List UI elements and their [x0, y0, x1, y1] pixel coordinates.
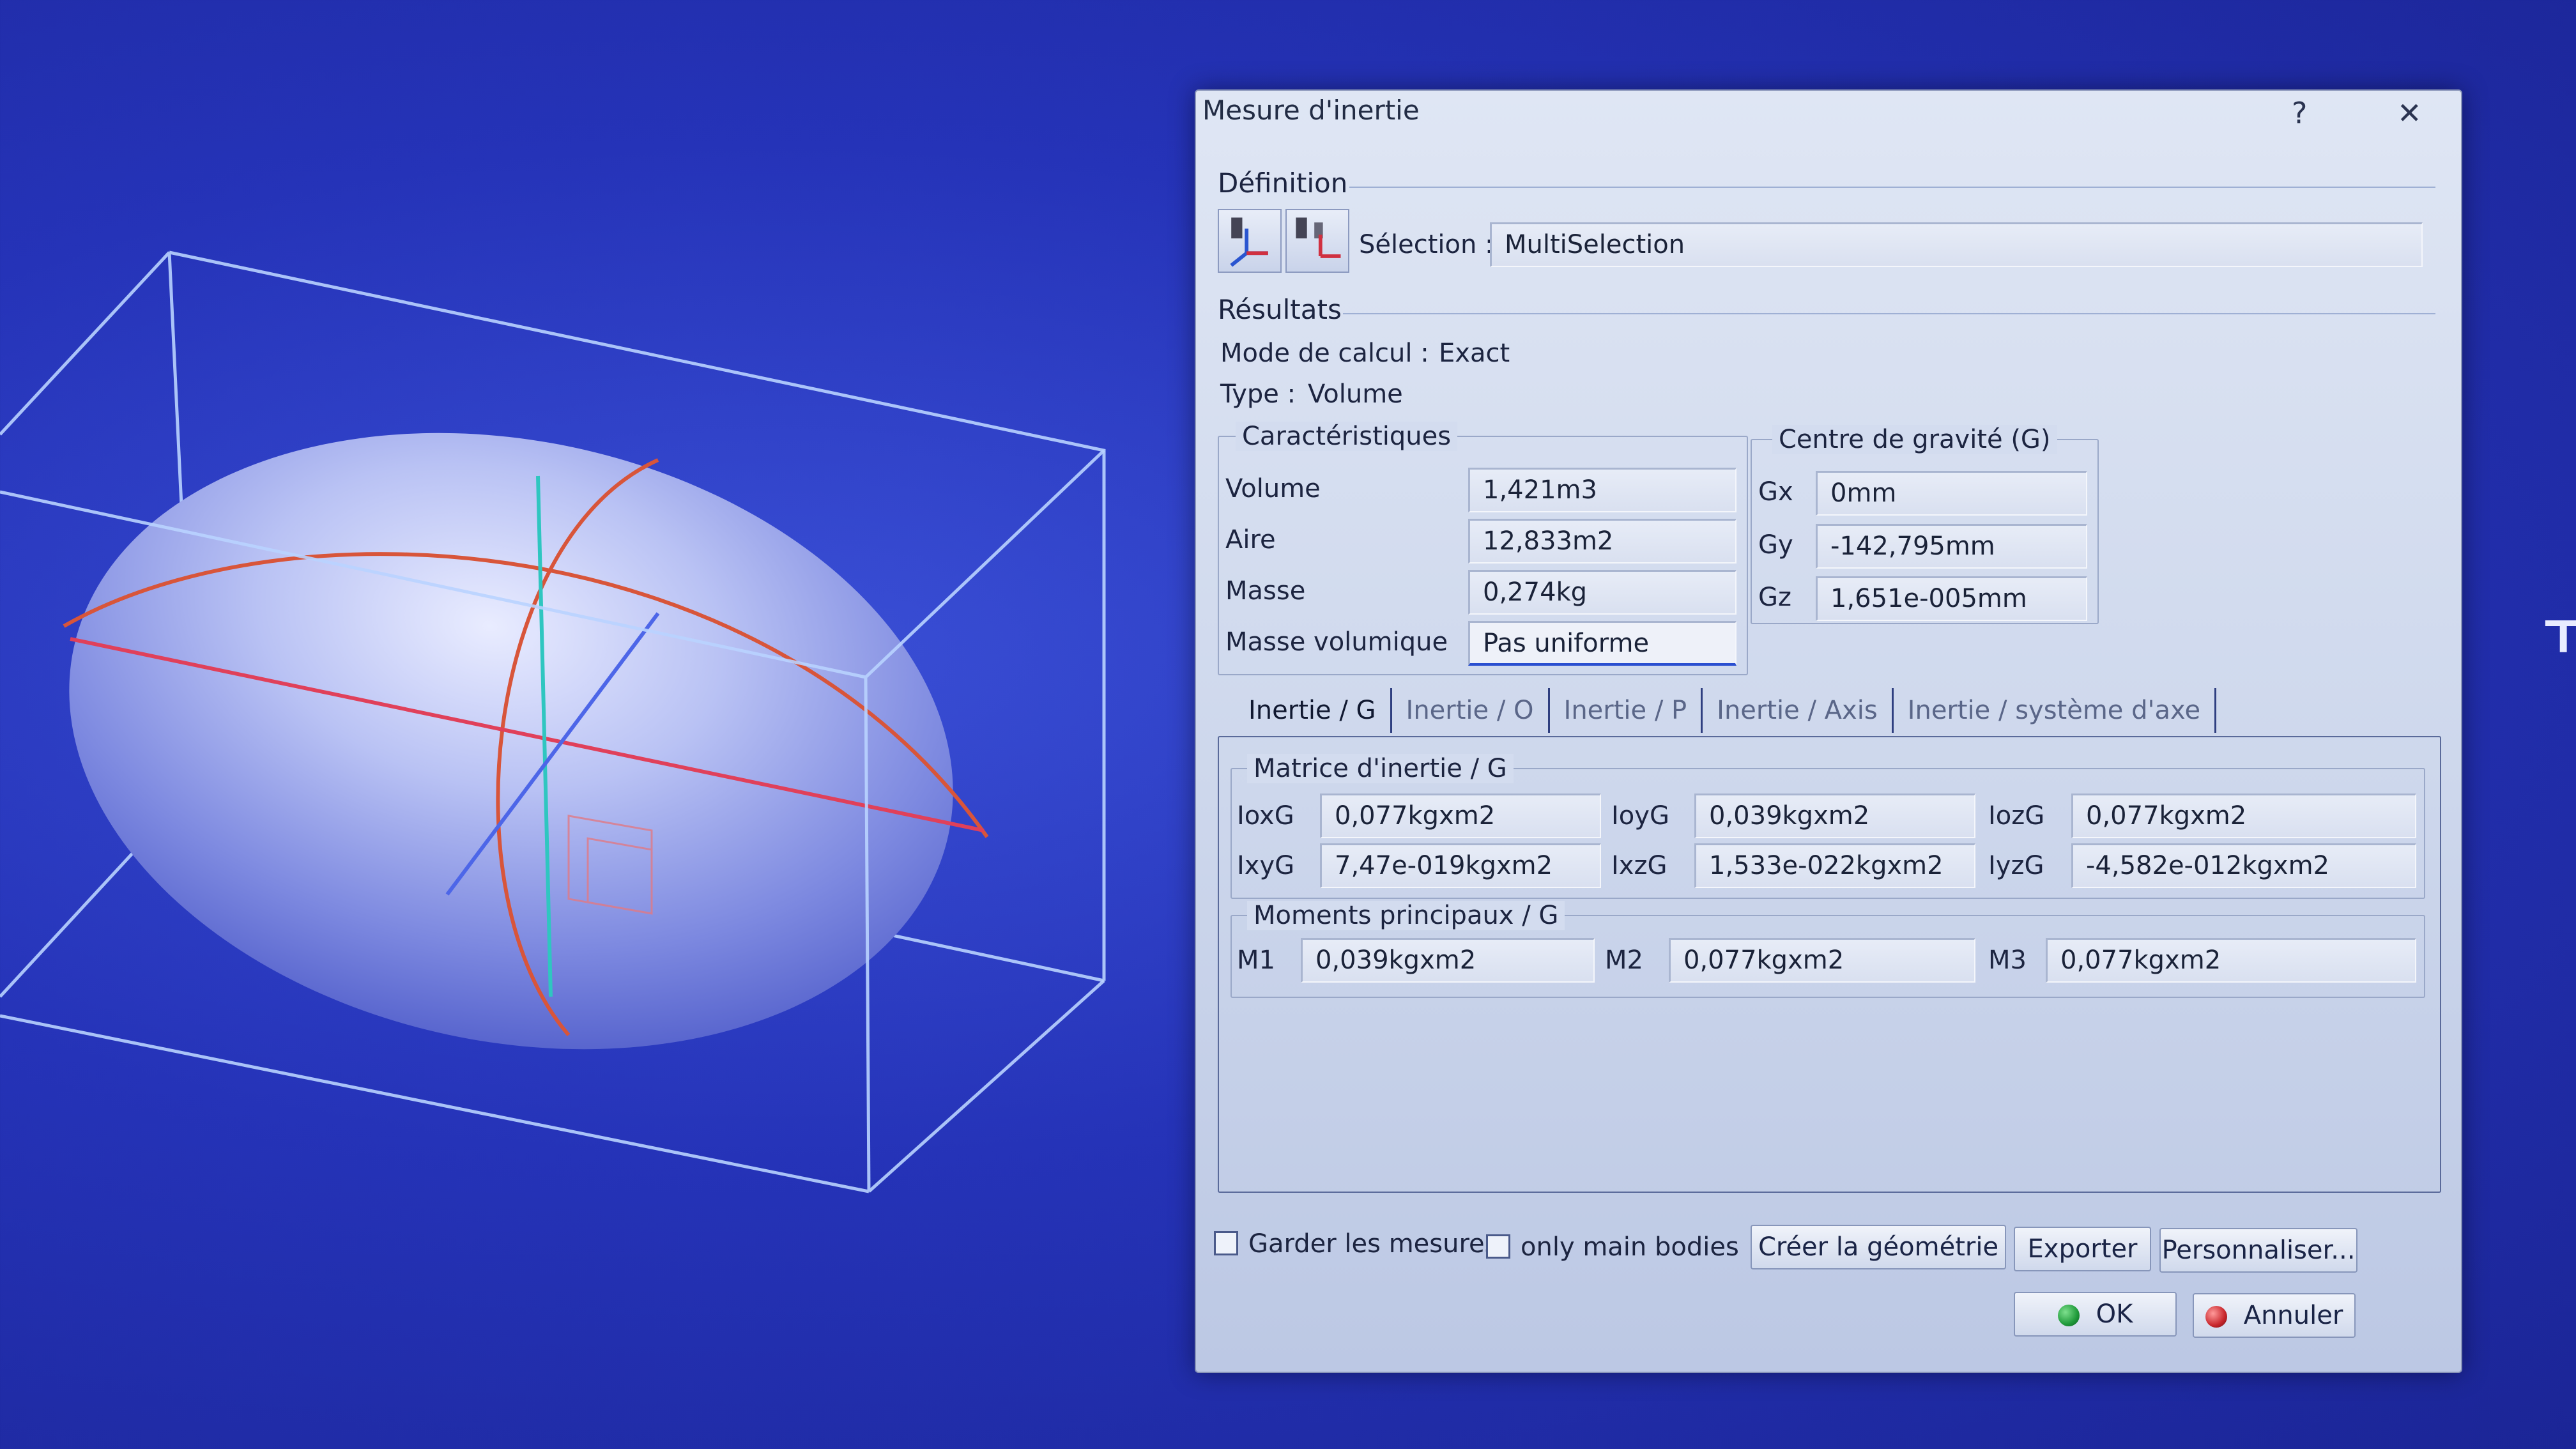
inertia-matrix-title: Matrice d'inertie / G [1247, 754, 1514, 783]
gy-label: Gy [1758, 530, 1793, 560]
m2-label: M2 [1605, 946, 1643, 975]
calc-mode-value: Exact [1439, 339, 1510, 368]
tab-inertia-o[interactable]: Inertie / O [1392, 688, 1550, 733]
only-main-bodies-checkbox[interactable] [1486, 1234, 1510, 1259]
ioxg-label: IoxG [1237, 801, 1294, 831]
gx-field[interactable]: 0mm [1816, 471, 2087, 516]
3d-viewport[interactable] [0, 0, 1188, 1449]
ixzg-label: IxzG [1611, 851, 1667, 880]
close-button[interactable]: ✕ [2397, 96, 2422, 130]
mass-field[interactable]: 0,274kg [1468, 570, 1736, 615]
gz-field[interactable]: 1,651e-005mm [1816, 576, 2087, 621]
only-main-bodies-label: only main bodies [1521, 1232, 1739, 1262]
tab-inertia-axis[interactable]: Inertie / Axis [1703, 688, 1894, 733]
iyzg-label: IyzG [1988, 851, 2044, 880]
ioyg-field[interactable]: 0,039kgxm2 [1694, 793, 1975, 838]
ellipsoid-body [69, 433, 953, 1050]
cancel-button[interactable]: Annuler [2193, 1293, 2356, 1338]
ixyg-label: IxyG [1237, 851, 1295, 880]
iyzg-field[interactable]: -4,582e-012kgxm2 [2071, 843, 2416, 888]
iozg-label: IozG [1988, 801, 2045, 831]
calc-mode-label: Mode de calcul : [1220, 339, 1429, 368]
keep-measures-label: Garder les mesures [1248, 1229, 1498, 1259]
dialog-title: Mesure d'inertie [1202, 95, 1420, 126]
volume-field[interactable]: 1,421m3 [1468, 468, 1736, 512]
type-value: Volume [1308, 379, 1403, 409]
area-field[interactable]: 12,833m2 [1468, 519, 1736, 564]
definition-separator [1349, 187, 2435, 188]
iozg-field[interactable]: 0,077kgxm2 [2071, 793, 2416, 838]
ok-button[interactable]: OK [2014, 1292, 2177, 1337]
gy-field[interactable]: -142,795mm [1816, 524, 2087, 569]
ioxg-field[interactable]: 0,077kgxm2 [1320, 793, 1601, 838]
type-label: Type : [1220, 379, 1296, 409]
tab-inertia-axis-system[interactable]: Inertie / système d'axe [1894, 688, 2217, 733]
keep-measures-checkbox[interactable] [1214, 1231, 1238, 1255]
ioyg-label: IoyG [1611, 801, 1669, 831]
help-button[interactable]: ? [2292, 96, 2307, 130]
mass-label: Masse [1225, 576, 1306, 606]
density-label: Masse volumique [1225, 627, 1448, 657]
area-label: Aire [1225, 525, 1276, 555]
definition-label: Définition [1218, 167, 1348, 199]
volume-label: Volume [1225, 474, 1321, 503]
results-separator [1343, 313, 2435, 314]
gz-label: Gz [1758, 583, 1791, 612]
selection-multi-icon[interactable] [1285, 209, 1349, 273]
characteristics-title: Caractéristiques [1236, 422, 1458, 451]
tab-inertia-g[interactable]: Inertie / G [1234, 688, 1392, 733]
m2-field[interactable]: 0,077kgxm2 [1669, 938, 1975, 983]
ok-label: OK [2096, 1300, 2133, 1329]
gx-label: Gx [1758, 477, 1793, 507]
3d-scene [0, 250, 1106, 1193]
cancel-icon [2205, 1306, 2227, 1328]
inertia-dialog: Mesure d'inertie ? ✕ Définition Sélectio… [1195, 89, 2462, 1373]
customize-button[interactable]: Personnaliser... [2159, 1228, 2358, 1273]
selection-axes-icon[interactable] [1218, 209, 1282, 273]
results-label: Résultats [1218, 294, 1342, 325]
m1-field[interactable]: 0,039kgxm2 [1301, 938, 1595, 983]
cancel-label: Annuler [2243, 1301, 2343, 1330]
m3-label: M3 [1988, 946, 2027, 975]
cursor-icon: ᚁ [2546, 578, 2576, 660]
principal-moments-title: Moments principaux / G [1247, 901, 1565, 930]
ixzg-field[interactable]: 1,533e-022kgxm2 [1694, 843, 1975, 888]
m1-label: M1 [1237, 946, 1275, 975]
density-field[interactable]: Pas uniforme [1468, 621, 1736, 666]
inertia-tabs: Inertie / G Inertie / O Inertie / P Iner… [1234, 688, 2217, 733]
export-button[interactable]: Exporter [2014, 1227, 2151, 1271]
create-geometry-button[interactable]: Créer la géométrie [1751, 1225, 2006, 1269]
ok-icon [2057, 1305, 2080, 1326]
tab-inertia-p[interactable]: Inertie / P [1550, 688, 1703, 733]
m3-field[interactable]: 0,077kgxm2 [2046, 938, 2416, 983]
selection-label: Sélection : [1359, 230, 1494, 259]
ixyg-field[interactable]: 7,47e-019kgxm2 [1320, 843, 1601, 888]
gravity-center-title: Centre de gravité (G) [1772, 425, 2057, 454]
selection-field[interactable]: MultiSelection [1490, 222, 2423, 267]
